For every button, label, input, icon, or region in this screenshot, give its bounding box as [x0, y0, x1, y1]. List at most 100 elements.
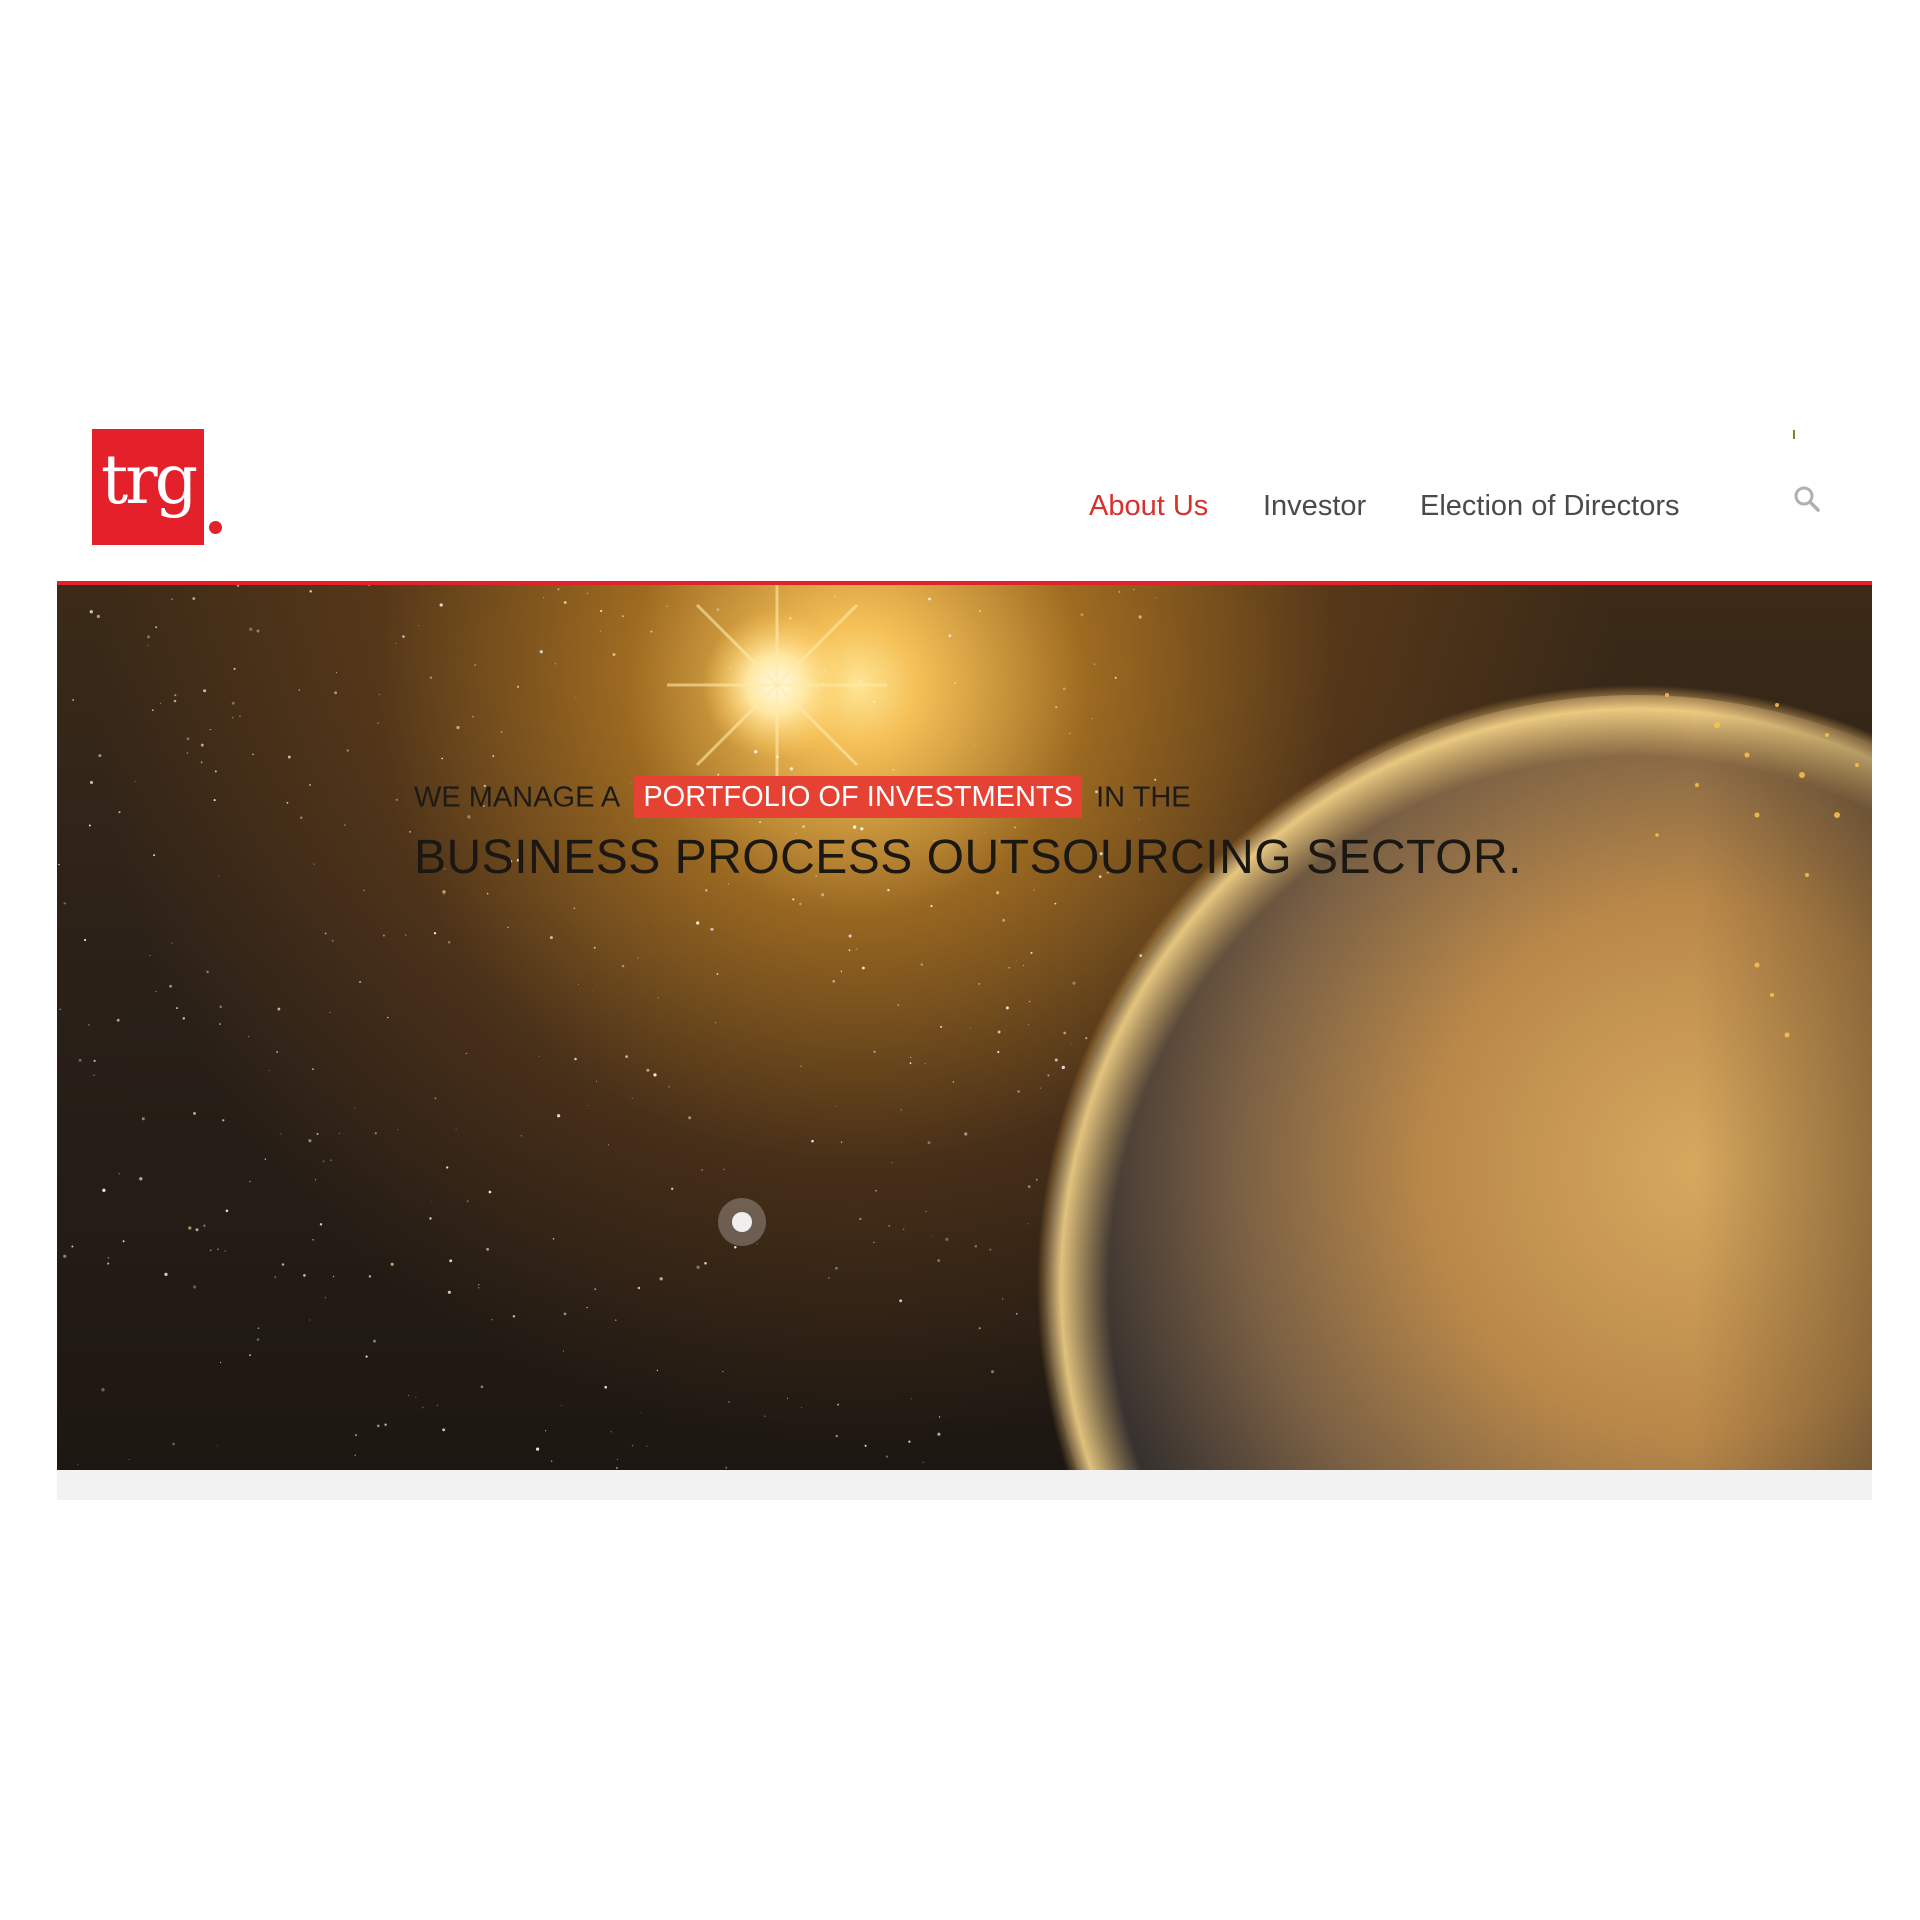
star: [512, 1314, 516, 1318]
star: [557, 588, 560, 591]
star: [486, 892, 489, 895]
star: [1080, 613, 1084, 617]
star: [365, 1355, 368, 1358]
star: [314, 1179, 317, 1181]
star: [616, 1458, 618, 1460]
star: [991, 1370, 994, 1374]
star: [646, 1445, 648, 1447]
star: [859, 1217, 862, 1221]
star: [384, 1423, 387, 1426]
star: [382, 934, 385, 937]
star: [562, 1350, 565, 1352]
star: [147, 644, 149, 647]
star: [322, 1160, 325, 1163]
star: [688, 1116, 692, 1120]
star: [670, 1187, 674, 1191]
star: [159, 702, 161, 704]
star: [682, 748, 684, 750]
main-nav: About Us Investor Election of Directors: [57, 486, 1872, 526]
star: [574, 1057, 577, 1061]
star: [657, 996, 659, 999]
star: [102, 1188, 106, 1192]
star: [78, 1058, 82, 1062]
nav-election-of-directors[interactable]: Election of Directors: [1420, 486, 1680, 526]
star: [910, 1398, 912, 1400]
star: [93, 1074, 95, 1076]
nav-about-us[interactable]: About Us: [1089, 486, 1208, 526]
star: [213, 799, 216, 802]
star: [873, 1241, 875, 1244]
star: [478, 1284, 480, 1286]
star: [439, 603, 443, 607]
star: [231, 716, 234, 719]
content-band: [57, 1470, 1872, 1500]
star: [1133, 589, 1135, 591]
star: [828, 1277, 830, 1279]
star: [696, 1265, 700, 1269]
star: [354, 1454, 356, 1456]
star: [58, 863, 60, 866]
star: [309, 784, 311, 786]
star: [214, 770, 217, 773]
star: [465, 1052, 468, 1055]
star: [442, 1428, 446, 1432]
star: [1085, 1036, 1088, 1040]
star: [397, 1129, 399, 1131]
star: [402, 635, 405, 638]
star: [433, 932, 437, 935]
star: [134, 780, 136, 782]
star: [377, 722, 379, 724]
star: [219, 1005, 222, 1009]
star: [909, 1062, 912, 1064]
star: [1002, 918, 1006, 922]
star: [891, 1162, 893, 1164]
star: [334, 691, 338, 695]
star: [610, 1431, 612, 1433]
hero-headline: BUSINESS PROCESS OUTSOURCING SECTOR.: [414, 831, 1522, 885]
star: [789, 767, 794, 771]
top-tick-mark: [1793, 430, 1795, 439]
star: [800, 1065, 802, 1067]
nav-investor[interactable]: Investor: [1263, 486, 1366, 526]
star: [551, 1460, 553, 1462]
star: [466, 1200, 469, 1203]
star: [756, 1243, 758, 1245]
star: [1028, 1000, 1031, 1003]
star: [203, 1224, 206, 1227]
star: [978, 1327, 981, 1330]
star: [220, 1362, 222, 1364]
star: [313, 863, 315, 865]
star: [507, 926, 509, 928]
star: [612, 652, 616, 657]
star: [631, 1444, 634, 1447]
star: [573, 907, 576, 910]
star: [172, 1442, 175, 1446]
star: [722, 1370, 724, 1373]
star: [443, 894, 445, 896]
star: [848, 934, 852, 938]
star: [474, 664, 477, 667]
search-icon[interactable]: [1791, 483, 1823, 515]
star: [219, 1023, 221, 1025]
site-header: trg About Us Investor Election of Direct…: [57, 420, 1872, 580]
star: [149, 954, 151, 956]
star: [897, 1004, 900, 1007]
star: [268, 1069, 270, 1071]
hero-copy: WE MANAGE A PORTFOLIO OF INVESTMENTS IN …: [414, 775, 1614, 890]
star: [1023, 965, 1025, 966]
star: [578, 984, 580, 985]
star: [586, 592, 589, 594]
star: [1017, 1090, 1020, 1093]
star: [922, 1461, 924, 1463]
star: [835, 1105, 837, 1107]
hero-line-1-after: IN THE: [1096, 781, 1191, 814]
star: [256, 1338, 260, 1341]
star: [216, 1445, 218, 1447]
star: [59, 1008, 62, 1011]
star: [989, 1248, 992, 1251]
star: [186, 752, 189, 754]
star: [421, 1406, 424, 1409]
star: [486, 1247, 490, 1251]
star: [77, 1464, 79, 1466]
star: [723, 1168, 725, 1170]
